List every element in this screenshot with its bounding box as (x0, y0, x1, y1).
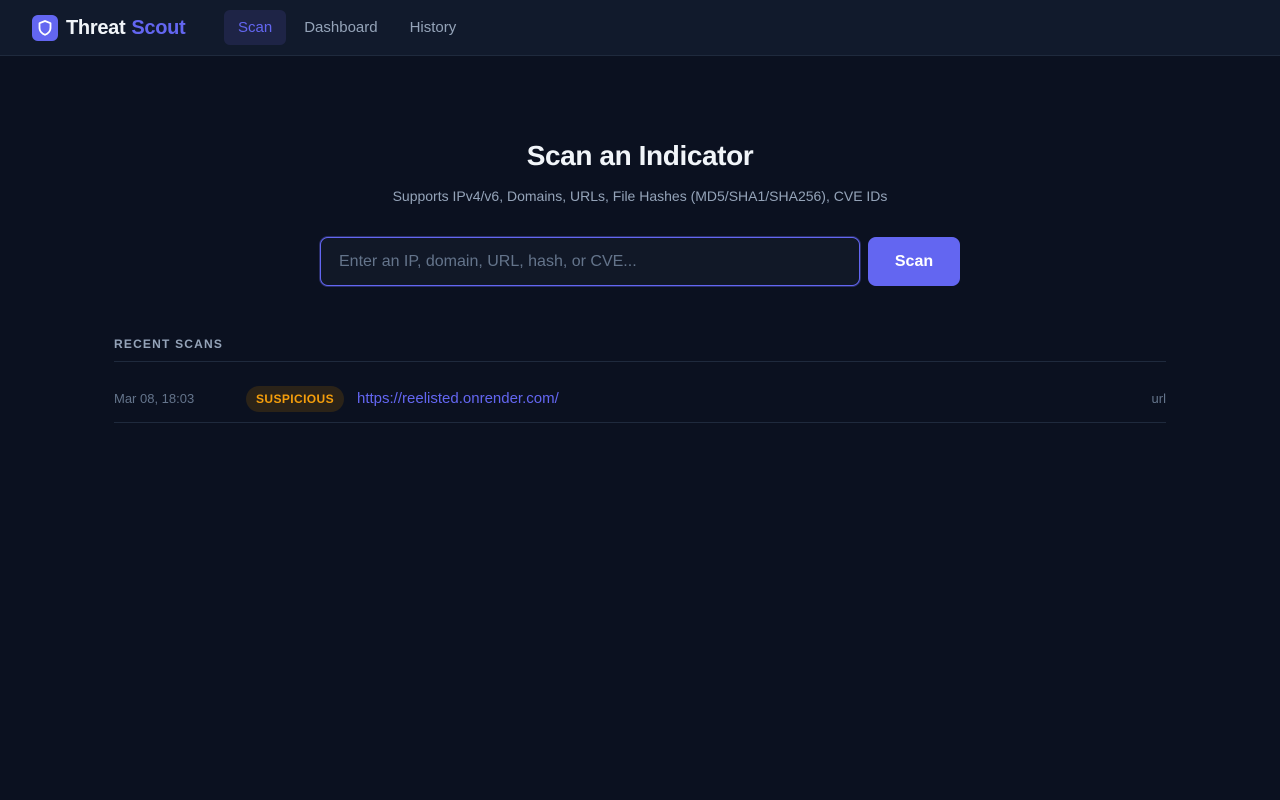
recent-scans-divider (114, 361, 1166, 362)
main-nav: Scan Dashboard History (224, 10, 474, 45)
nav-tab-history[interactable]: History (396, 10, 471, 45)
brand-word-threat: Threat (66, 16, 126, 39)
brand[interactable]: Threat Scout (32, 14, 186, 42)
brand-name: Threat Scout (66, 16, 186, 40)
scan-timestamp: Mar 08, 18:03 (114, 391, 195, 406)
recent-scan-row[interactable]: Mar 08, 18:03 SUSPICIOUS https://reelist… (114, 374, 1166, 423)
nav-tab-dashboard[interactable]: Dashboard (290, 10, 391, 45)
scan-button[interactable]: Scan (868, 237, 960, 286)
brand-word-scout: Scout (131, 16, 186, 39)
verdict-badge: SUSPICIOUS (246, 386, 345, 412)
scan-indicator-link[interactable]: https://reelisted.onrender.com/ (357, 390, 559, 407)
page-title: Scan an Indicator (526, 140, 754, 171)
indicator-search-input[interactable] (320, 237, 860, 286)
page-subtitle: Supports IPv4/v6, Domains, URLs, File Ha… (392, 188, 888, 204)
indicator-type: url (1151, 391, 1166, 406)
shield-icon (32, 15, 58, 41)
top-navigation-bar: Threat Scout Scan Dashboard History (0, 0, 1280, 56)
nav-tab-scan[interactable]: Scan (224, 10, 287, 45)
recent-scans-heading: RECENT SCANS (114, 337, 224, 351)
